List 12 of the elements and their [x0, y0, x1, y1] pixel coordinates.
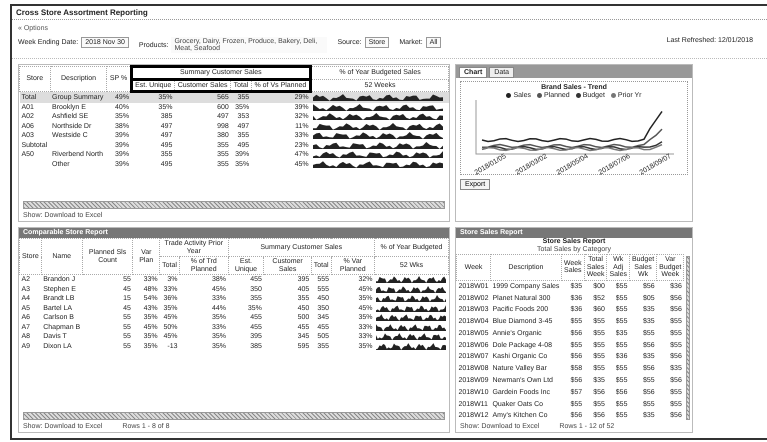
- trend-sparkline: [376, 304, 446, 312]
- trend-sparkline: [376, 342, 446, 350]
- trend-sparkline: [376, 295, 446, 302]
- trend-sparkline: [376, 286, 446, 293]
- horizontal-scrollbar[interactable]: [23, 201, 445, 209]
- trend-sparkline: [376, 324, 446, 331]
- vertical-scrollbar[interactable]: [686, 256, 690, 420]
- trend-sparkline: [376, 276, 446, 284]
- trend-sparkline: [376, 314, 446, 322]
- window-title: Cross Store Assortment Reporting: [12, 6, 767, 20]
- trend-sparkline: [376, 333, 446, 340]
- horizontal-scrollbar[interactable]: [23, 412, 445, 420]
